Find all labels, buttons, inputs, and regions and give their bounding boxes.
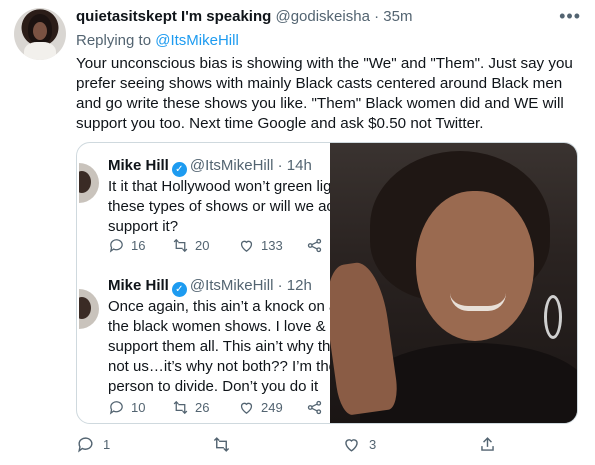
share-button[interactable]	[478, 435, 505, 454]
tweet-actions: 1 3	[76, 435, 576, 459]
quoted-text-line: these types of shows or will we actu	[108, 198, 347, 215]
quoted-text: It it that Hollywood won’t green light t…	[108, 177, 348, 237]
like-button[interactable]: 3	[342, 435, 376, 454]
heart-icon	[240, 240, 253, 252]
reply-icon	[109, 401, 123, 415]
reply-icon	[109, 239, 123, 253]
quoted-like-count: 133	[261, 238, 283, 253]
quoted-reply-button[interactable]: 10	[108, 399, 145, 416]
author-name[interactable]: quietasitskept I'm speaking	[76, 8, 271, 25]
quoted-text: Once again, this ain’t a knock on any th…	[108, 297, 348, 397]
retweet-icon	[173, 400, 188, 415]
quoted-retweet-button[interactable]: 20	[172, 237, 209, 254]
separator-dot: ·	[374, 8, 380, 25]
quoted-text-line: Once again, this ain’t a knock on any	[108, 298, 348, 315]
separator-dot: ·	[277, 157, 283, 174]
retweet-button[interactable]	[212, 435, 239, 454]
quoted-retweet-button[interactable]: 26	[172, 399, 209, 416]
reply-count: 1	[103, 437, 111, 452]
verified-icon: ✓	[171, 282, 187, 297]
tweet-time[interactable]: 35m	[383, 8, 412, 25]
quoted-media-card[interactable]: Mike Hill ✓ @ItsMikeHill · 14h It it that …	[76, 142, 578, 424]
heart-icon	[345, 439, 358, 452]
quoted-text-line: support it?	[108, 218, 179, 235]
reply-button[interactable]: 1	[76, 435, 110, 454]
quoted-retweet-count: 26	[195, 400, 210, 415]
attached-photo[interactable]	[330, 143, 577, 423]
quoted-header: Mike Hill ✓ @ItsMikeHill · 14h	[108, 157, 312, 177]
share-icon	[307, 238, 322, 253]
retweet-icon	[173, 238, 188, 253]
quoted-retweet-count: 20	[195, 238, 210, 253]
reply-icon	[78, 437, 93, 453]
quoted-text-line: the black women shows. I love &	[108, 318, 326, 335]
tweet-text: Your unconscious bias is showing with th…	[76, 55, 573, 132]
more-icon[interactable]: •••	[559, 6, 581, 27]
like-count: 3	[369, 437, 377, 452]
share-icon	[481, 437, 494, 451]
quoted-reply-button[interactable]: 16	[108, 237, 145, 254]
quoted-avatar[interactable]	[79, 289, 99, 329]
quoted-author-name[interactable]: Mike Hill	[108, 157, 169, 174]
quoted-text-line: support them all. This ain’t why ther	[108, 338, 344, 355]
quoted-header: Mike Hill ✓ @ItsMikeHill · 12h	[108, 277, 312, 297]
quoted-actions: 16 20 133	[108, 237, 328, 257]
quoted-actions: 10 26 249	[108, 399, 328, 419]
quoted-text-line: It it that Hollywood won’t green light	[108, 178, 344, 195]
replying-prefix: Replying to	[76, 32, 152, 49]
quoted-tweet[interactable]: Mike Hill ✓ @ItsMikeHill · 14h It it that …	[77, 143, 346, 281]
quoted-share-button[interactable]	[306, 399, 323, 416]
share-icon	[307, 400, 322, 415]
quoted-reply-count: 10	[131, 400, 146, 415]
retweet-icon	[213, 437, 230, 452]
quoted-author-handle[interactable]: @ItsMikeHill	[190, 277, 274, 294]
quoted-reply-count: 16	[131, 238, 146, 253]
quoted-like-count: 249	[261, 400, 283, 415]
separator-dot: ·	[277, 277, 283, 294]
quoted-text-line: person to divide. Don’t you do it	[108, 378, 319, 395]
quoted-like-button[interactable]: 249	[238, 399, 283, 416]
quoted-tweet[interactable]: Mike Hill ✓ @ItsMikeHill · 12h Once again,…	[77, 267, 348, 423]
quoted-author-name[interactable]: Mike Hill	[108, 277, 169, 294]
tweet[interactable]: quietasitskept I'm speaking @godiskeisha…	[0, 0, 595, 465]
heart-icon	[240, 402, 253, 414]
quoted-author-handle[interactable]: @ItsMikeHill	[190, 157, 274, 174]
author-avatar[interactable]	[14, 8, 66, 60]
replying-to: Replying to @ItsMikeHill	[76, 32, 239, 49]
quoted-avatar[interactable]	[79, 163, 99, 203]
quoted-time[interactable]: 12h	[287, 277, 312, 294]
tweet-header: quietasitskept I'm speaking @godiskeisha…	[76, 8, 412, 25]
verified-icon: ✓	[171, 162, 187, 177]
quoted-like-button[interactable]: 133	[238, 237, 283, 254]
quoted-text-line: not us…it’s why not both?? I’m the la	[108, 358, 348, 375]
quoted-time[interactable]: 14h	[287, 157, 312, 174]
quoted-share-button[interactable]	[306, 237, 323, 254]
replying-mention-link[interactable]: @ItsMikeHill	[155, 32, 239, 49]
author-handle[interactable]: @godiskeisha	[275, 8, 369, 25]
